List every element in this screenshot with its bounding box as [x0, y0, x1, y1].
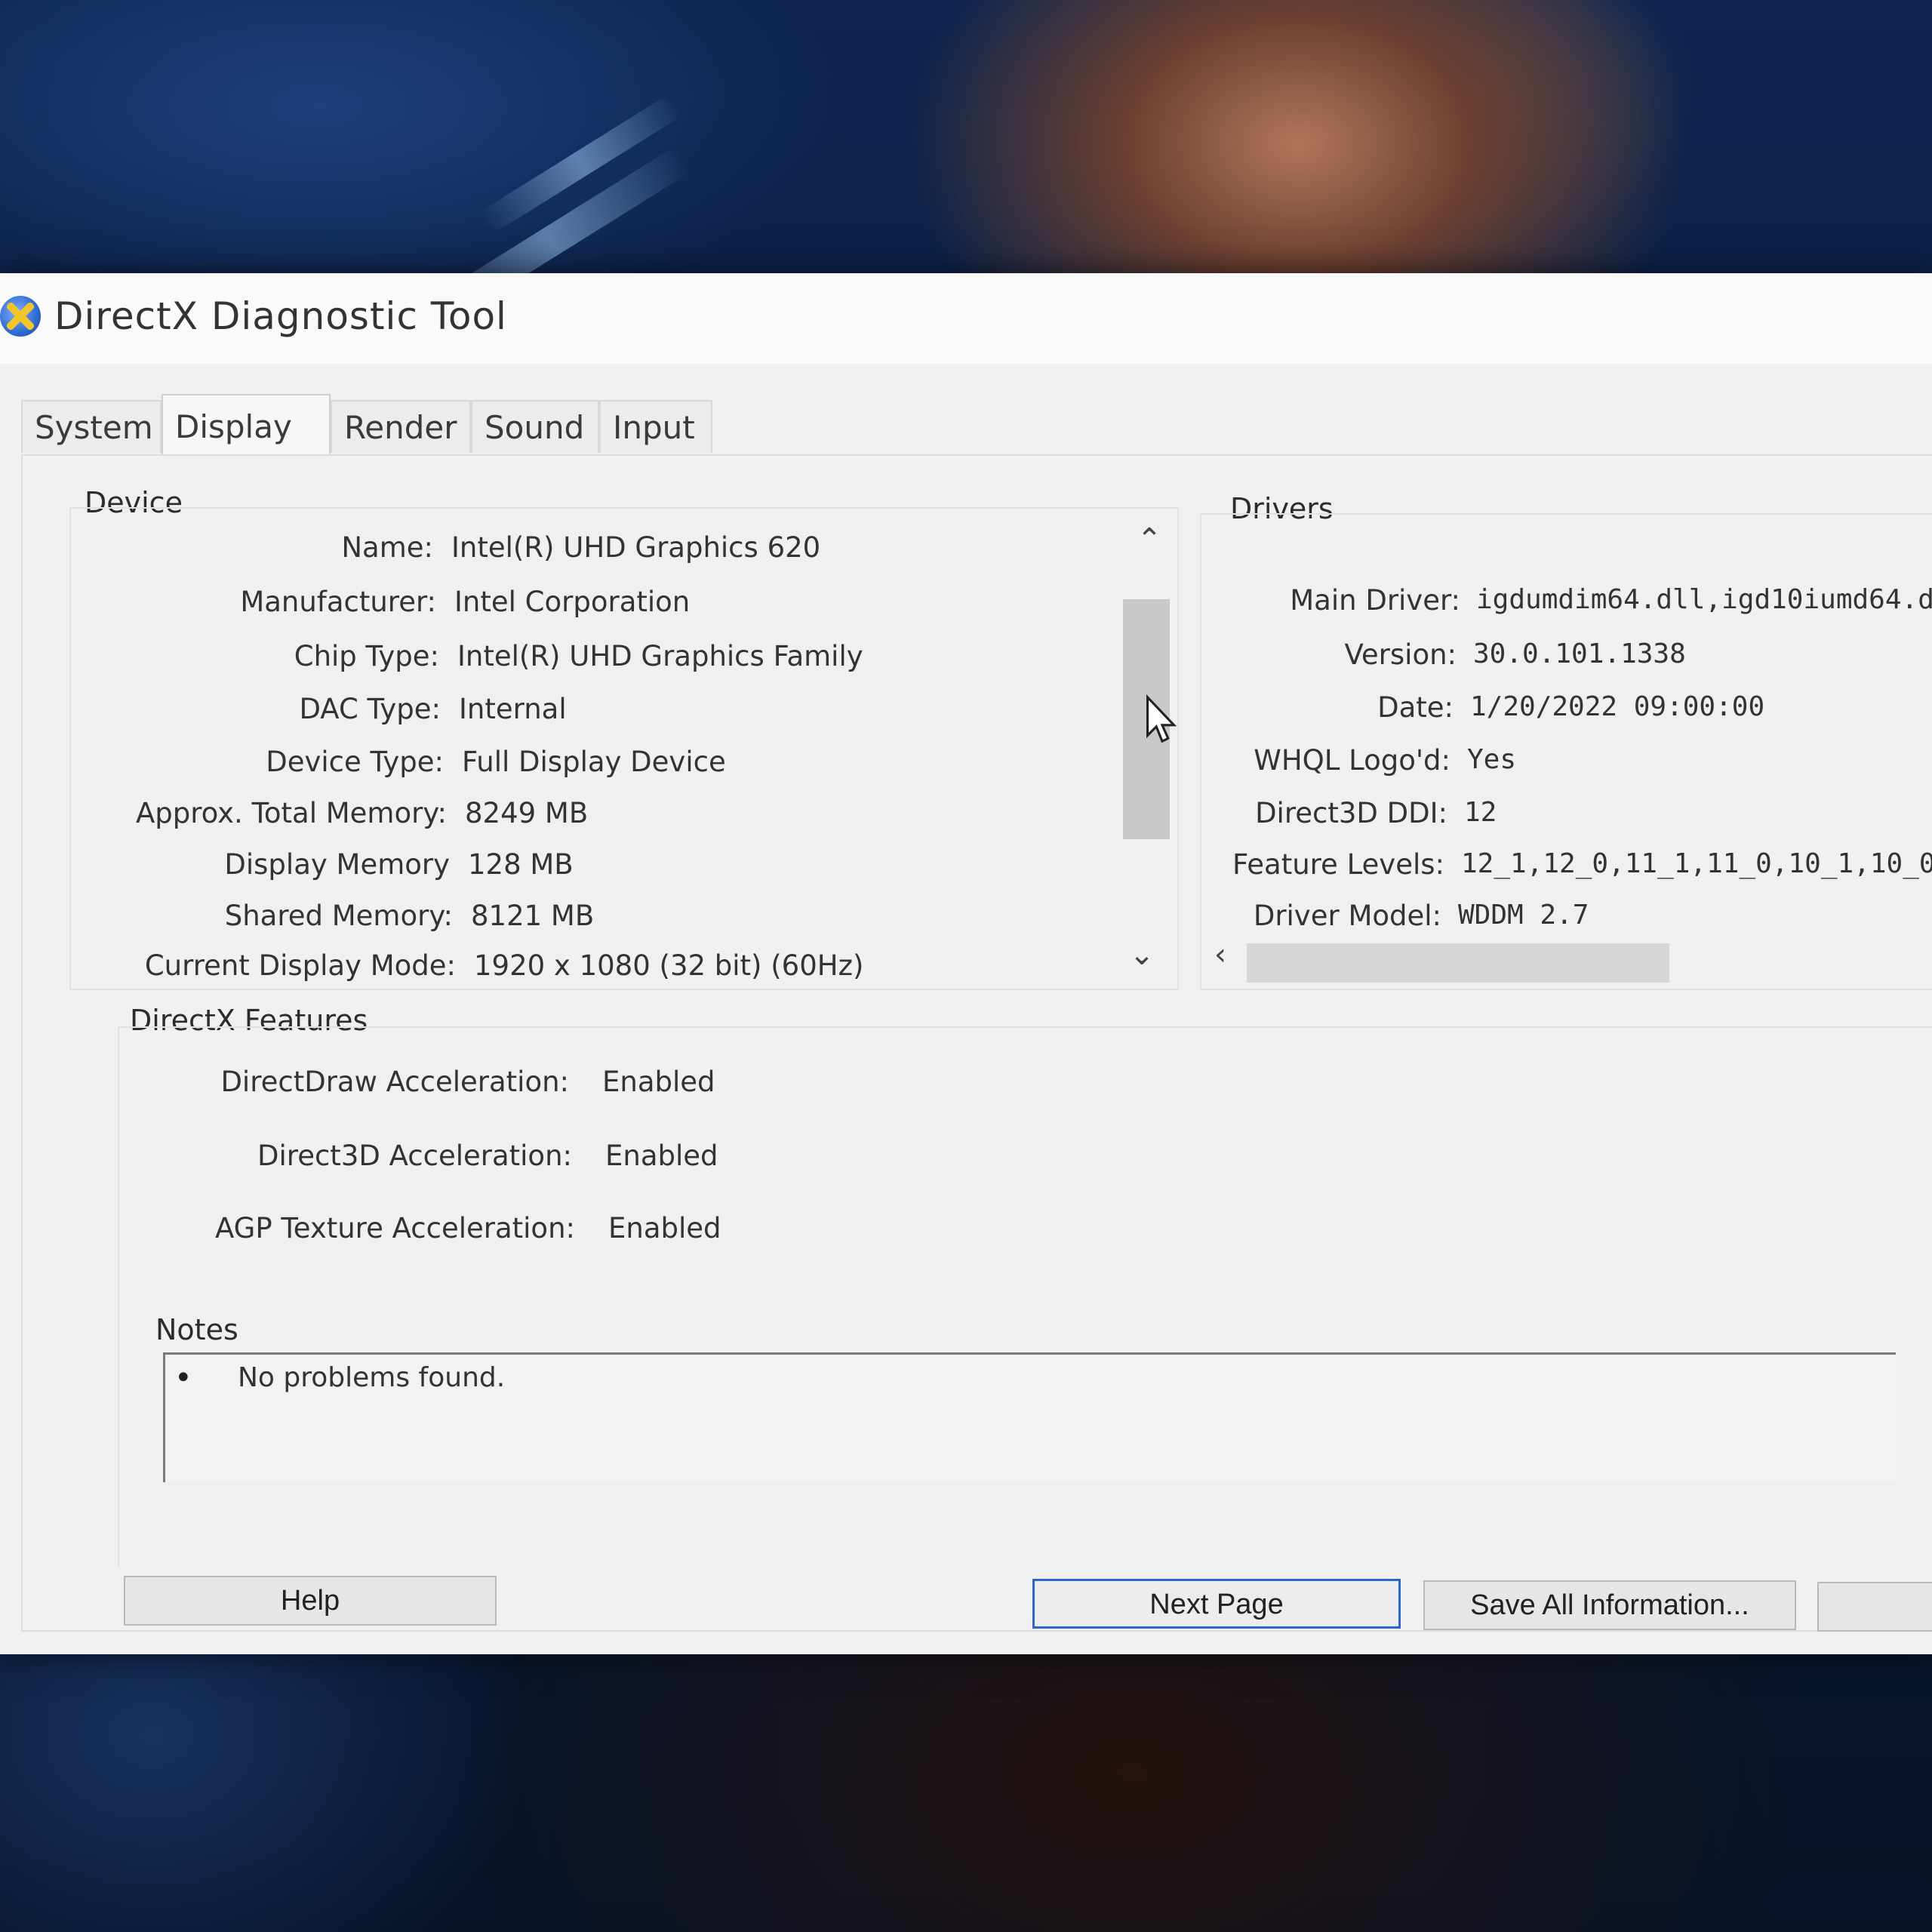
driver-date-label: Date:: [1377, 691, 1454, 724]
bullet-icon: •: [174, 1361, 192, 1395]
help-button[interactable]: Help: [124, 1576, 497, 1626]
direct3d-accel-value: Enabled: [605, 1140, 718, 1172]
chip-type-value: Intel(R) UHD Graphics Family: [457, 640, 863, 672]
direct3d-ddi-value: 12: [1464, 797, 1497, 828]
display-memory-value: 128 MB: [468, 848, 574, 881]
save-all-information-button[interactable]: Save All Information...: [1423, 1580, 1796, 1630]
device-type-value: Full Display Device: [462, 746, 726, 778]
device-name-label: Name:: [341, 531, 433, 564]
notes-group-label: Notes: [155, 1313, 238, 1346]
whql-value: Yes: [1467, 744, 1517, 775]
title-bar[interactable]: DirectX Diagnostic Tool: [0, 273, 1932, 364]
mouse-pointer-icon: [1146, 694, 1177, 743]
exit-button[interactable]: [1817, 1582, 1932, 1632]
agp-texture-accel-value: Enabled: [608, 1212, 721, 1244]
device-name-value: Intel(R) UHD Graphics 620: [451, 531, 821, 564]
tab-sound[interactable]: Sound: [471, 400, 599, 453]
main-driver-value: igdumdim64.dll,igd10iumd64.dll,: [1476, 584, 1932, 615]
driver-model-label: Driver Model:: [1253, 900, 1441, 932]
agp-texture-accel-label: AGP Texture Acceleration:: [215, 1212, 575, 1244]
tab-system[interactable]: System: [21, 400, 162, 453]
driver-model-value: WDDM 2.7: [1458, 900, 1589, 931]
tab-display[interactable]: Display: [162, 394, 331, 457]
chip-type-label: Chip Type:: [294, 640, 439, 672]
notes-item: No problems found.: [238, 1362, 506, 1393]
dac-type-label: DAC Type:: [299, 693, 441, 725]
feature-levels-value: 12_1,12_0,11_1,11_0,10_1,10_0,9: [1461, 848, 1932, 879]
total-memory-label: Approx. Total Memory:: [135, 797, 447, 829]
feature-levels-label: Feature Levels:: [1232, 848, 1444, 881]
directdraw-accel-value: Enabled: [602, 1066, 715, 1098]
directdraw-accel-label: DirectDraw Acceleration:: [220, 1066, 569, 1098]
tab-input[interactable]: Input: [599, 400, 712, 453]
display-mode-label: Current Display Mode:: [144, 949, 456, 982]
dac-type-value: Internal: [459, 693, 567, 725]
total-memory-value: 8249 MB: [465, 797, 589, 829]
display-memory-label: Display Memory: [224, 848, 450, 881]
horizontal-scrollbar-thumb[interactable]: [1247, 943, 1669, 983]
driver-version-label: Version:: [1344, 638, 1457, 671]
main-driver-label: Main Driver:: [1290, 584, 1460, 617]
manufacturer-value: Intel Corporation: [454, 586, 691, 618]
directx-icon: [0, 296, 41, 337]
manufacturer-label: Manufacturer:: [240, 586, 436, 618]
display-mode-value: 1920 x 1080 (32 bit) (60Hz): [474, 949, 864, 982]
chevron-down-icon[interactable]: ⌄: [1123, 937, 1161, 972]
next-page-button[interactable]: Next Page: [1032, 1579, 1401, 1629]
shared-memory-label: Shared Memory:: [224, 900, 453, 932]
direct3d-accel-label: Direct3D Acceleration:: [257, 1140, 572, 1172]
direct3d-ddi-label: Direct3D DDI:: [1255, 797, 1447, 829]
driver-version-value: 30.0.101.1338: [1473, 638, 1686, 669]
notes-textbox[interactable]: • No problems found.: [163, 1352, 1896, 1482]
whql-label: WHQL Logo'd:: [1254, 744, 1451, 777]
device-type-label: Device Type:: [266, 746, 444, 778]
chevron-up-icon[interactable]: ⌃: [1131, 522, 1168, 557]
tab-render[interactable]: Render: [331, 400, 471, 453]
features-group-frame: [118, 1026, 1932, 1567]
chevron-left-icon[interactable]: ‹: [1201, 937, 1239, 972]
window-title: DirectX Diagnostic Tool: [54, 294, 507, 338]
driver-date-value: 1/20/2022 09:00:00: [1470, 691, 1765, 722]
shared-memory-value: 8121 MB: [471, 900, 595, 932]
directx-diagnostic-window: DirectX Diagnostic Tool System Display R…: [0, 273, 1932, 1654]
